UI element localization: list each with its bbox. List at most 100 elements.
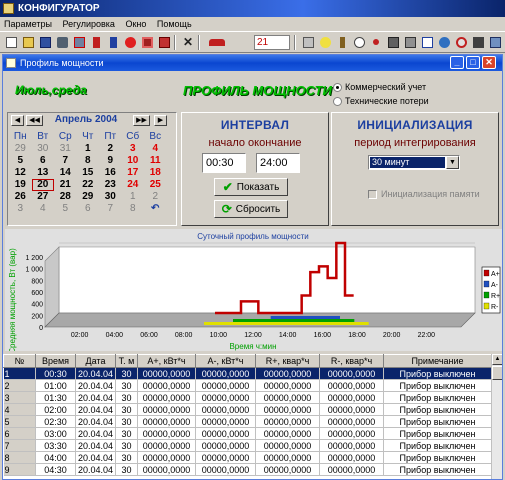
calendar-day[interactable]: 29 xyxy=(9,143,32,155)
open-folder-icon[interactable] xyxy=(20,34,36,50)
save-icon[interactable] xyxy=(37,34,53,50)
scroll-thumb[interactable] xyxy=(492,366,502,380)
calendar-day[interactable]: 30 xyxy=(32,143,55,155)
cross-icon[interactable]: ✕ xyxy=(180,34,196,50)
globe-icon[interactable] xyxy=(436,34,452,50)
col-header-time[interactable]: Время xyxy=(35,354,76,368)
calendar-day[interactable]: 7 xyxy=(54,155,77,167)
calendar-day[interactable]: 30 xyxy=(99,191,122,203)
calendar-day[interactable]: 4 xyxy=(144,143,167,155)
col-header-tm[interactable]: Т. м xyxy=(115,354,138,368)
calendar-day[interactable]: 13 xyxy=(32,167,55,179)
minimize-button[interactable]: _ xyxy=(450,56,464,69)
calendar-day[interactable]: 1 xyxy=(122,191,145,203)
table-row[interactable]: 1 00:30 20.04.04 30 00000,0000 00000,0000 0000… xyxy=(3,367,492,380)
key-icon[interactable] xyxy=(334,34,350,50)
next-year-button[interactable]: ▶ xyxy=(154,115,167,126)
calendar-day[interactable]: 6 xyxy=(77,203,100,215)
delete-meter-icon[interactable] xyxy=(71,34,87,50)
camera-icon[interactable] xyxy=(54,34,70,50)
upload-icon[interactable] xyxy=(88,34,104,50)
calendar-day[interactable]: 5 xyxy=(9,155,32,167)
col-header-r-plus[interactable]: R+, квар*ч xyxy=(255,354,320,368)
pin-icon[interactable] xyxy=(368,34,384,50)
calendar-day[interactable]: 29 xyxy=(77,191,100,203)
clock-icon[interactable] xyxy=(351,34,367,50)
col-header-date[interactable]: Дата xyxy=(75,354,116,368)
scroll-up-icon[interactable]: ▲ xyxy=(492,354,502,365)
table-row[interactable]: 9 04:30 20.04.04 30 00000,0000 00000,0000 0000… xyxy=(3,463,492,476)
meter-number-field[interactable]: 21 xyxy=(254,35,290,50)
col-header-a-plus[interactable]: A+, кВт*ч xyxy=(137,354,196,368)
col-header-a-minus[interactable]: A-, кВт*ч xyxy=(195,354,256,368)
calendar-day[interactable]: 3 xyxy=(9,203,32,215)
calendar-day[interactable]: 1 xyxy=(77,143,100,155)
calendar-day[interactable]: 15 xyxy=(77,167,100,179)
calendar-day[interactable]: 28 xyxy=(54,191,77,203)
calendar-today-button[interactable]: ↶ xyxy=(144,203,167,215)
prev-year-button[interactable]: ◀ xyxy=(11,115,24,126)
calendar-day[interactable]: 23 xyxy=(99,179,122,191)
calendar-day[interactable]: 16 xyxy=(99,167,122,179)
chevron-down-icon[interactable]: ▼ xyxy=(446,156,459,169)
calendar-day[interactable]: 2 xyxy=(144,191,167,203)
calendar-day[interactable]: 14 xyxy=(54,167,77,179)
calendar-day[interactable]: 8 xyxy=(122,203,145,215)
col-header-note[interactable]: Примечание xyxy=(383,354,492,368)
table-row[interactable]: 2 01:00 20.04.04 30 00000,0000 00000,0000 0000… xyxy=(3,379,492,392)
stop-icon[interactable] xyxy=(122,34,138,50)
calendar-day[interactable]: 26 xyxy=(9,191,32,203)
meter-icon[interactable] xyxy=(300,34,316,50)
period-select[interactable]: 30 минут ▼ xyxy=(368,155,460,170)
calendar-day[interactable]: 4 xyxy=(32,203,55,215)
calendar-day[interactable]: 3 xyxy=(122,143,145,155)
calendar-day[interactable]: 8 xyxy=(77,155,100,167)
menu-window[interactable]: Окно xyxy=(121,17,150,31)
table-row[interactable]: 7 03:30 20.04.04 30 00000,0000 00000,0000 0000… xyxy=(3,439,492,452)
calendar-day[interactable]: 18 xyxy=(144,167,167,179)
chip-icon[interactable] xyxy=(470,34,486,50)
calendar-day[interactable]: 2 xyxy=(99,143,122,155)
calendar-day[interactable]: 22 xyxy=(77,179,100,191)
settings-icon[interactable] xyxy=(487,34,503,50)
calendar-day[interactable]: 21 xyxy=(54,179,77,191)
interval-start-input[interactable]: 00:30 xyxy=(202,153,246,173)
menu-regulation[interactable]: Регулировка xyxy=(59,17,119,31)
display-icon[interactable] xyxy=(385,34,401,50)
calendar-day[interactable]: 9 xyxy=(99,155,122,167)
calendar-day[interactable]: 31 xyxy=(54,143,77,155)
menu-help[interactable]: Помощь xyxy=(153,17,196,31)
calendar-day[interactable]: 6 xyxy=(32,155,55,167)
block-icon[interactable] xyxy=(139,34,155,50)
next-month-button[interactable]: ▶▶ xyxy=(133,115,150,126)
reset-button[interactable]: ⟳ Сбросить xyxy=(214,200,288,218)
table-row[interactable]: 8 04:00 20.04.04 30 00000,0000 00000,0000 0000… xyxy=(3,451,492,464)
new-file-icon[interactable] xyxy=(3,34,19,50)
radio-commercial[interactable]: Коммерческий учет xyxy=(333,80,498,94)
calendar-day[interactable]: 27 xyxy=(32,191,55,203)
table-scrollbar[interactable]: ▲ xyxy=(491,354,502,479)
phone-icon[interactable] xyxy=(206,34,228,50)
prev-month-button[interactable]: ◀◀ xyxy=(26,115,43,126)
col-header-num[interactable]: № xyxy=(3,354,36,368)
table-row[interactable]: 4 02:00 20.04.04 30 00000,0000 00000,0000 0000… xyxy=(3,403,492,416)
close-button[interactable]: ✕ xyxy=(482,56,496,69)
record-icon[interactable] xyxy=(156,34,172,50)
memory-init-checkbox[interactable]: Инициализация памяти xyxy=(368,189,480,199)
calendar-day[interactable]: 7 xyxy=(99,203,122,215)
calendar-day[interactable]: 11 xyxy=(144,155,167,167)
maximize-button[interactable]: □ xyxy=(466,56,480,69)
gauge-icon[interactable] xyxy=(453,34,469,50)
calendar-day[interactable]: 5 xyxy=(54,203,77,215)
download-icon[interactable] xyxy=(105,34,121,50)
col-header-r-minus[interactable]: R-, квар*ч xyxy=(319,354,384,368)
calculator-icon[interactable] xyxy=(402,34,418,50)
calendar-day[interactable]: 24 xyxy=(122,179,145,191)
calendar-day-selected[interactable]: 20 xyxy=(31,179,54,191)
radio-technical[interactable]: Технические потери xyxy=(333,94,498,108)
interval-end-input[interactable]: 24:00 xyxy=(256,153,300,173)
table-row[interactable]: 3 01:30 20.04.04 30 00000,0000 00000,0000 0000… xyxy=(3,391,492,404)
table-row[interactable]: 6 03:00 20.04.04 30 00000,0000 00000,0000 0000… xyxy=(3,427,492,440)
calendar-day[interactable]: 12 xyxy=(9,167,32,179)
bulb-icon[interactable] xyxy=(317,34,333,50)
